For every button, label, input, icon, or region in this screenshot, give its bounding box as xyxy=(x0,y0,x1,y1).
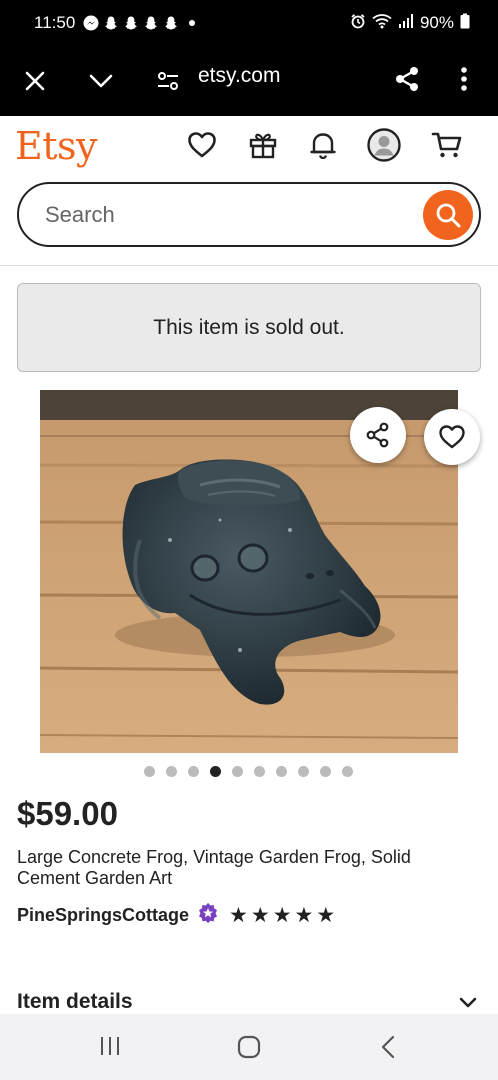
sold-out-text: This item is sold out. xyxy=(153,315,345,339)
star-icon: ★ xyxy=(229,904,248,927)
chevron-down-icon xyxy=(459,997,477,1008)
battery-text: 90% xyxy=(419,13,454,32)
product-title: Large Concrete Frog, Vintage Garden Frog… xyxy=(17,847,411,888)
shop-name[interactable]: PineSpringsCottage xyxy=(17,905,189,926)
status-bar: 11:50 90% xyxy=(0,0,498,46)
cart-icon[interactable] xyxy=(430,128,464,162)
wifi-icon xyxy=(372,13,392,34)
search-icon xyxy=(436,203,461,228)
battery-icon xyxy=(460,13,470,34)
browser-toolbar: etsy.com xyxy=(0,46,498,116)
more-vert-icon[interactable] xyxy=(452,63,476,95)
snapchat-icon xyxy=(143,15,159,31)
home-icon[interactable] xyxy=(235,1033,263,1061)
dot-icon xyxy=(189,20,196,26)
messenger-icon xyxy=(83,15,99,31)
star-icon: ★ xyxy=(294,904,314,927)
etsy-logo[interactable]: Etsy xyxy=(15,124,97,168)
carousel-dot[interactable] xyxy=(232,766,243,777)
avatar-icon[interactable] xyxy=(367,128,401,162)
url-text[interactable]: etsy.com xyxy=(198,64,280,88)
star-icon: ★ xyxy=(250,904,270,927)
share-image-button[interactable] xyxy=(350,407,406,463)
recent-apps-icon[interactable] xyxy=(96,1034,124,1058)
carousel-dot[interactable] xyxy=(144,766,155,777)
item-details-label: Item details xyxy=(17,990,133,1013)
status-right: 90% xyxy=(350,13,470,34)
close-icon[interactable] xyxy=(20,66,50,96)
carousel-dot[interactable] xyxy=(320,766,331,777)
heart-icon[interactable] xyxy=(185,128,219,162)
carousel-dot[interactable] xyxy=(188,766,199,777)
star-icon: ★ xyxy=(316,904,336,927)
star-seller-badge-icon xyxy=(197,902,219,929)
site-settings-icon[interactable] xyxy=(153,66,183,96)
chevron-down-icon[interactable] xyxy=(86,66,116,96)
search-button[interactable] xyxy=(423,190,473,240)
share-icon[interactable] xyxy=(391,63,423,95)
snapchat-icon xyxy=(163,15,179,31)
heart-icon xyxy=(439,425,465,449)
bell-icon[interactable] xyxy=(306,128,340,162)
carousel-dot[interactable] xyxy=(276,766,287,777)
system-nav-bar xyxy=(0,1014,498,1080)
site-header: Etsy xyxy=(0,116,498,178)
share-icon xyxy=(366,422,389,448)
header-divider xyxy=(0,265,498,266)
gift-icon[interactable] xyxy=(246,128,280,162)
carousel-dot[interactable] xyxy=(210,766,221,777)
product-price: $59.00 xyxy=(17,795,118,832)
carousel-dot[interactable] xyxy=(254,766,265,777)
alarm-icon xyxy=(350,13,366,34)
carousel-dot[interactable] xyxy=(298,766,309,777)
favorite-button[interactable] xyxy=(424,409,480,465)
snapchat-icon xyxy=(123,15,139,31)
rating-stars: ★ ★ ★ ★ ★ xyxy=(229,903,335,928)
carousel-dot[interactable] xyxy=(342,766,353,777)
item-details-toggle[interactable]: Item details xyxy=(17,990,477,1014)
signal-icon xyxy=(398,13,414,34)
status-time: 11:50 xyxy=(34,13,76,32)
search-bar xyxy=(17,182,481,247)
sold-out-notice: This item is sold out. xyxy=(17,283,481,372)
search-input[interactable] xyxy=(19,201,399,228)
carousel-dots xyxy=(144,766,353,777)
notification-icons xyxy=(83,15,196,31)
star-icon: ★ xyxy=(272,904,292,927)
carousel-dot[interactable] xyxy=(166,766,177,777)
shop-row: PineSpringsCottage ★ ★ ★ ★ ★ xyxy=(17,902,335,929)
snapchat-icon xyxy=(103,15,119,31)
back-icon[interactable] xyxy=(376,1033,400,1061)
